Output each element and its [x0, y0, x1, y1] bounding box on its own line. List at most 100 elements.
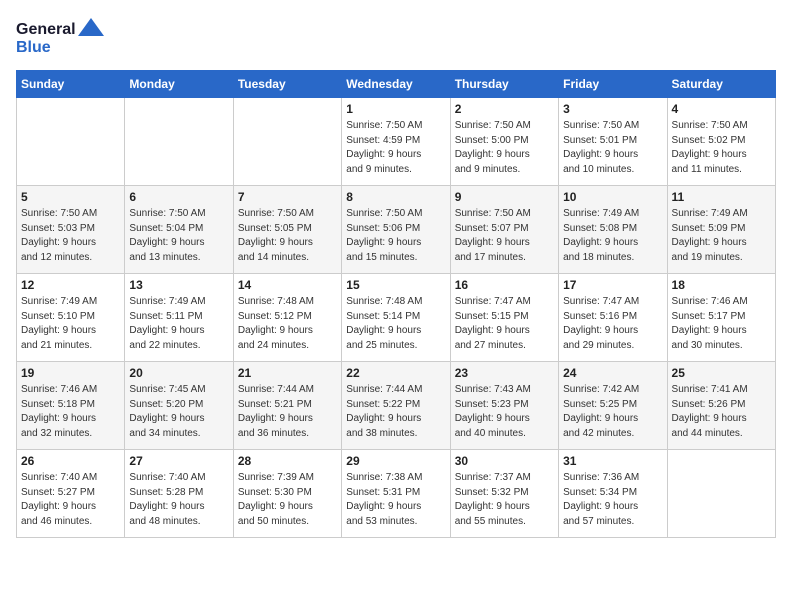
- calendar-cell: 26 Sunrise: 7:40 AM Sunset: 5:27 PM Dayli…: [17, 450, 125, 538]
- day-info: Sunrise: 7:43 AM Sunset: 5:23 PM Dayligh…: [455, 383, 554, 441]
- calendar-cell: 14 Sunrise: 7:48 AM Sunset: 5:12 PM Dayli…: [233, 274, 341, 362]
- day-info: Sunrise: 7:48 AM Sunset: 5:14 PM Dayligh…: [346, 295, 445, 353]
- weekday-header-monday: Monday: [125, 71, 233, 98]
- svg-text:General: General: [16, 21, 76, 38]
- calendar-cell: 25Sunrise: 7:41 AM Sunset: 5:26 PM Dayli…: [667, 362, 775, 450]
- day-info: Sunrise: 7:50 AM Sunset: 5:00 PM Dayligh…: [455, 119, 554, 177]
- calendar-cell: 12 Sunrise: 7:49 AM Sunset: 5:10 PM Dayli…: [17, 274, 125, 362]
- logo-svg: General Blue: [16, 16, 106, 58]
- day-number: 26: [21, 454, 120, 468]
- calendar-cell: 17 Sunrise: 7:47 AM Sunset: 5:16 PM Dayli…: [559, 274, 667, 362]
- calendar-week-3: 12 Sunrise: 7:49 AM Sunset: 5:10 PM Dayli…: [17, 274, 776, 362]
- day-number: 23: [455, 366, 554, 380]
- calendar-cell: 9 Sunrise: 7:50 AM Sunset: 5:07 PM Daylig…: [450, 186, 558, 274]
- calendar-cell: 13 Sunrise: 7:49 AM Sunset: 5:11 PM Dayli…: [125, 274, 233, 362]
- calendar-week-4: 19 Sunrise: 7:46 AM Sunset: 5:18 PM Dayli…: [17, 362, 776, 450]
- weekday-header-row: SundayMondayTuesdayWednesdayThursdayFrid…: [17, 71, 776, 98]
- day-number: 28: [238, 454, 337, 468]
- day-info: Sunrise: 7:46 AM Sunset: 5:18 PM Dayligh…: [21, 383, 120, 441]
- calendar-cell: [233, 98, 341, 186]
- calendar-cell: 19 Sunrise: 7:46 AM Sunset: 5:18 PM Dayli…: [17, 362, 125, 450]
- calendar-cell: 2 Sunrise: 7:50 AM Sunset: 5:00 PM Daylig…: [450, 98, 558, 186]
- day-info: Sunrise: 7:36 AM Sunset: 5:34 PM Dayligh…: [563, 471, 662, 529]
- calendar-cell: 23 Sunrise: 7:43 AM Sunset: 5:23 PM Dayli…: [450, 362, 558, 450]
- day-info: Sunrise: 7:49 AM Sunset: 5:08 PM Dayligh…: [563, 207, 662, 265]
- day-info: Sunrise: 7:49 AM Sunset: 5:10 PM Dayligh…: [21, 295, 120, 353]
- calendar-cell: 27Sunrise: 7:40 AM Sunset: 5:28 PM Dayli…: [125, 450, 233, 538]
- day-number: 8: [346, 190, 445, 204]
- day-info: Sunrise: 7:50 AM Sunset: 5:04 PM Dayligh…: [129, 207, 228, 265]
- calendar-cell: 8 Sunrise: 7:50 AM Sunset: 5:06 PM Daylig…: [342, 186, 450, 274]
- calendar-cell: 28 Sunrise: 7:39 AM Sunset: 5:30 PM Dayli…: [233, 450, 341, 538]
- weekday-header-thursday: Thursday: [450, 71, 558, 98]
- calendar-cell: [667, 450, 775, 538]
- day-info: Sunrise: 7:50 AM Sunset: 4:59 PM Dayligh…: [346, 119, 445, 177]
- day-info: Sunrise: 7:50 AM Sunset: 5:07 PM Dayligh…: [455, 207, 554, 265]
- day-number: 11: [672, 190, 771, 204]
- day-info: Sunrise: 7:39 AM Sunset: 5:30 PM Dayligh…: [238, 471, 337, 529]
- calendar-cell: 4Sunrise: 7:50 AM Sunset: 5:02 PM Daylig…: [667, 98, 775, 186]
- day-number: 22: [346, 366, 445, 380]
- calendar-week-2: 5 Sunrise: 7:50 AM Sunset: 5:03 PM Daylig…: [17, 186, 776, 274]
- day-number: 31: [563, 454, 662, 468]
- day-number: 19: [21, 366, 120, 380]
- day-number: 6: [129, 190, 228, 204]
- day-number: 15: [346, 278, 445, 292]
- calendar-cell: 21 Sunrise: 7:44 AM Sunset: 5:21 PM Dayli…: [233, 362, 341, 450]
- calendar-cell: 5 Sunrise: 7:50 AM Sunset: 5:03 PM Daylig…: [17, 186, 125, 274]
- day-info: Sunrise: 7:49 AM Sunset: 5:11 PM Dayligh…: [129, 295, 228, 353]
- calendar-cell: 15 Sunrise: 7:48 AM Sunset: 5:14 PM Dayli…: [342, 274, 450, 362]
- day-info: Sunrise: 7:40 AM Sunset: 5:27 PM Dayligh…: [21, 471, 120, 529]
- day-number: 25: [672, 366, 771, 380]
- day-info: Sunrise: 7:45 AM Sunset: 5:20 PM Dayligh…: [129, 383, 228, 441]
- weekday-header-saturday: Saturday: [667, 71, 775, 98]
- day-info: Sunrise: 7:50 AM Sunset: 5:05 PM Dayligh…: [238, 207, 337, 265]
- day-info: Sunrise: 7:47 AM Sunset: 5:16 PM Dayligh…: [563, 295, 662, 353]
- day-number: 16: [455, 278, 554, 292]
- day-number: 21: [238, 366, 337, 380]
- calendar-cell: 1 Sunrise: 7:50 AM Sunset: 4:59 PM Daylig…: [342, 98, 450, 186]
- calendar-week-5: 26 Sunrise: 7:40 AM Sunset: 5:27 PM Dayli…: [17, 450, 776, 538]
- weekday-header-friday: Friday: [559, 71, 667, 98]
- logo: General Blue: [16, 16, 106, 58]
- day-info: Sunrise: 7:42 AM Sunset: 5:25 PM Dayligh…: [563, 383, 662, 441]
- calendar-table: SundayMondayTuesdayWednesdayThursdayFrid…: [16, 70, 776, 538]
- calendar-cell: 24Sunrise: 7:42 AM Sunset: 5:25 PM Dayli…: [559, 362, 667, 450]
- day-number: 9: [455, 190, 554, 204]
- day-number: 17: [563, 278, 662, 292]
- day-number: 20: [129, 366, 228, 380]
- day-info: Sunrise: 7:50 AM Sunset: 5:01 PM Dayligh…: [563, 119, 662, 177]
- calendar-cell: 10 Sunrise: 7:49 AM Sunset: 5:08 PM Dayli…: [559, 186, 667, 274]
- header: General Blue: [16, 16, 776, 58]
- day-info: Sunrise: 7:44 AM Sunset: 5:21 PM Dayligh…: [238, 383, 337, 441]
- day-info: Sunrise: 7:38 AM Sunset: 5:31 PM Dayligh…: [346, 471, 445, 529]
- day-number: 18: [672, 278, 771, 292]
- day-number: 4: [672, 102, 771, 116]
- calendar-cell: [17, 98, 125, 186]
- day-info: Sunrise: 7:50 AM Sunset: 5:06 PM Dayligh…: [346, 207, 445, 265]
- calendar-cell: 6 Sunrise: 7:50 AM Sunset: 5:04 PM Daylig…: [125, 186, 233, 274]
- calendar-cell: 22Sunrise: 7:44 AM Sunset: 5:22 PM Dayli…: [342, 362, 450, 450]
- day-number: 12: [21, 278, 120, 292]
- day-number: 27: [129, 454, 228, 468]
- weekday-header-wednesday: Wednesday: [342, 71, 450, 98]
- calendar-cell: 18Sunrise: 7:46 AM Sunset: 5:17 PM Dayli…: [667, 274, 775, 362]
- day-info: Sunrise: 7:48 AM Sunset: 5:12 PM Dayligh…: [238, 295, 337, 353]
- day-number: 7: [238, 190, 337, 204]
- day-number: 5: [21, 190, 120, 204]
- weekday-header-tuesday: Tuesday: [233, 71, 341, 98]
- calendar-cell: 20 Sunrise: 7:45 AM Sunset: 5:20 PM Dayli…: [125, 362, 233, 450]
- svg-text:Blue: Blue: [16, 39, 51, 56]
- calendar-cell: 3 Sunrise: 7:50 AM Sunset: 5:01 PM Daylig…: [559, 98, 667, 186]
- calendar-week-1: 1 Sunrise: 7:50 AM Sunset: 4:59 PM Daylig…: [17, 98, 776, 186]
- calendar-cell: 16Sunrise: 7:47 AM Sunset: 5:15 PM Dayli…: [450, 274, 558, 362]
- day-number: 3: [563, 102, 662, 116]
- day-number: 10: [563, 190, 662, 204]
- day-number: 13: [129, 278, 228, 292]
- day-info: Sunrise: 7:50 AM Sunset: 5:03 PM Dayligh…: [21, 207, 120, 265]
- day-number: 2: [455, 102, 554, 116]
- day-number: 1: [346, 102, 445, 116]
- day-number: 14: [238, 278, 337, 292]
- calendar-cell: 30Sunrise: 7:37 AM Sunset: 5:32 PM Dayli…: [450, 450, 558, 538]
- calendar-cell: 29Sunrise: 7:38 AM Sunset: 5:31 PM Dayli…: [342, 450, 450, 538]
